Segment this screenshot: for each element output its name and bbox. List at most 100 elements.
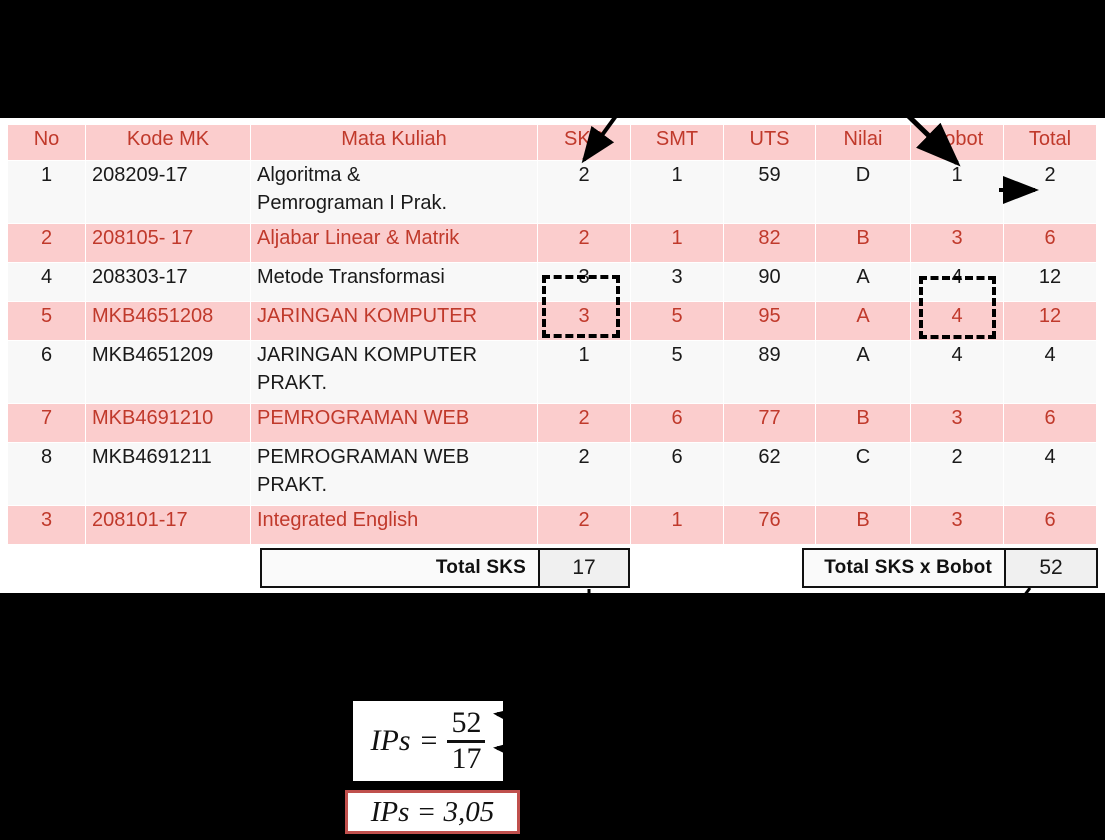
column-header-bobot[interactable]: Bobot	[910, 124, 1004, 161]
column-header-sks[interactable]: SKS	[537, 124, 631, 161]
cell-sks: 2	[537, 505, 631, 545]
cell-smt: 3	[630, 262, 724, 302]
cell-total: 4	[1003, 442, 1097, 506]
cell-total: 6	[1003, 505, 1097, 545]
cell-nilai: B	[815, 223, 911, 263]
ips-formula-fraction: 52 17	[447, 705, 486, 775]
cell-bobot: 4	[910, 301, 1004, 341]
cell-smt: 1	[630, 223, 724, 263]
total-sks-bobot-value: 52	[1004, 550, 1096, 586]
column-header-smt[interactable]: SMT	[630, 124, 724, 161]
cell-bobot: 4	[910, 262, 1004, 302]
cell-no: 8	[7, 442, 86, 506]
table-row[interactable]: 3 208101-17 Integrated English 2 1 76 B 3 6	[7, 505, 1097, 545]
column-header-mk[interactable]: Mata Kuliah	[250, 124, 538, 161]
cell-kode: 208105- 17	[85, 223, 251, 263]
cell-sks: 2	[537, 223, 631, 263]
cell-bobot: 4	[910, 340, 1004, 404]
cell-no: 7	[7, 403, 86, 443]
cell-kode: MKB4691210	[85, 403, 251, 443]
table-row[interactable]: 4 208303-17 Metode Transformasi 3 3 90 A 4 12	[7, 262, 1097, 302]
cell-uts: 82	[723, 223, 816, 263]
cell-no: 5	[7, 301, 86, 341]
total-sks-bobot-label: Total SKS x Bobot	[804, 550, 1004, 586]
table-body: 1 208209-17 Algoritma & Pemrograman I Prak.…	[7, 160, 1097, 545]
cell-mk: PEMROGRAMAN WEB	[250, 403, 538, 443]
cell-sks: 2	[537, 403, 631, 443]
table-header-row: No Kode MK Mata Kuliah SKS SMT UTS Nilai…	[7, 124, 1097, 161]
cell-bobot: 2	[910, 442, 1004, 506]
cell-kode: 208303-17	[85, 262, 251, 302]
table-row[interactable]: 8 MKB4691211 PEMROGRAMAN WEB PRAKT. 2 6 62 C 2 4	[7, 442, 1097, 506]
total-sks-box: Total SKS 17	[260, 548, 630, 588]
cell-uts: 95	[723, 301, 816, 341]
cell-smt: 1	[630, 160, 724, 224]
cell-total: 12	[1003, 301, 1097, 341]
column-header-no[interactable]: No	[7, 124, 86, 161]
ips-result-box: IPs = 3,05	[345, 790, 520, 834]
slide-canvas: No Kode MK Mata Kuliah SKS SMT UTS Nilai…	[0, 0, 1105, 840]
total-sks-bobot-box: Total SKS x Bobot 52	[802, 548, 1098, 588]
cell-uts: 89	[723, 340, 816, 404]
ips-result-text: IPs = 3,05	[370, 795, 495, 828]
cell-nilai: A	[815, 301, 911, 341]
grades-table: No Kode MK Mata Kuliah SKS SMT UTS Nilai…	[7, 124, 1097, 545]
table-row[interactable]: 5 MKB4651208 JARINGAN KOMPUTER 3 5 95 A 4 12	[7, 301, 1097, 341]
cell-nilai: B	[815, 403, 911, 443]
ips-formula-numerator: 52	[451, 705, 482, 739]
cell-nilai: C	[815, 442, 911, 506]
ips-formula-denominator: 17	[451, 741, 482, 775]
cell-no: 3	[7, 505, 86, 545]
cell-uts: 76	[723, 505, 816, 545]
column-header-uts[interactable]: UTS	[723, 124, 816, 161]
cell-smt: 6	[630, 442, 724, 506]
cell-nilai: D	[815, 160, 911, 224]
cell-kode: MKB4691211	[85, 442, 251, 506]
cell-nilai: B	[815, 505, 911, 545]
total-sks-label: Total SKS	[262, 550, 538, 586]
ips-formula-lhs: IPs	[370, 724, 411, 757]
cell-mk: PEMROGRAMAN WEB PRAKT.	[250, 442, 538, 506]
cell-uts: 59	[723, 160, 816, 224]
cell-uts: 90	[723, 262, 816, 302]
cell-no: 2	[7, 223, 86, 263]
total-sks-value: 17	[538, 550, 628, 586]
cell-nilai: A	[815, 262, 911, 302]
cell-smt: 1	[630, 505, 724, 545]
column-header-kode[interactable]: Kode MK	[85, 124, 251, 161]
cell-uts: 62	[723, 442, 816, 506]
table-row[interactable]: 6 MKB4651209 JARINGAN KOMPUTER PRAKT. 1 5 89 A 4…	[7, 340, 1097, 404]
cell-mk: Aljabar Linear & Matrik	[250, 223, 538, 263]
cell-smt: 5	[630, 340, 724, 404]
cell-smt: 6	[630, 403, 724, 443]
cell-total: 6	[1003, 223, 1097, 263]
cell-total: 2	[1003, 160, 1097, 224]
cell-sks: 2	[537, 160, 631, 224]
cell-total: 6	[1003, 403, 1097, 443]
cell-bobot: 3	[910, 505, 1004, 545]
cell-bobot: 1	[910, 160, 1004, 224]
cell-sks: 3	[537, 301, 631, 341]
cell-kode: 208101-17	[85, 505, 251, 545]
cell-mk: Integrated English	[250, 505, 538, 545]
cell-kode: MKB4651208	[85, 301, 251, 341]
cell-mk: JARINGAN KOMPUTER PRAKT.	[250, 340, 538, 404]
cell-total: 4	[1003, 340, 1097, 404]
table-row[interactable]: 7 MKB4691210 PEMROGRAMAN WEB 2 6 77 B 3 6	[7, 403, 1097, 443]
ips-formula-equals: =	[420, 724, 438, 757]
cell-nilai: A	[815, 340, 911, 404]
cell-mk: Metode Transformasi	[250, 262, 538, 302]
cell-smt: 5	[630, 301, 724, 341]
cell-total: 12	[1003, 262, 1097, 302]
cell-sks: 2	[537, 442, 631, 506]
cell-bobot: 3	[910, 403, 1004, 443]
cell-sks: 1	[537, 340, 631, 404]
column-header-total[interactable]: Total	[1003, 124, 1097, 161]
table-row[interactable]: 2 208105- 17 Aljabar Linear & Matrik 2 1 82 B 3…	[7, 223, 1097, 263]
table-row[interactable]: 1 208209-17 Algoritma & Pemrograman I Prak.…	[7, 160, 1097, 224]
cell-kode: 208209-17	[85, 160, 251, 224]
cell-uts: 77	[723, 403, 816, 443]
cell-kode: MKB4651209	[85, 340, 251, 404]
ips-formula-expression: IPs = 52 17	[370, 705, 486, 775]
column-header-nilai[interactable]: Nilai	[815, 124, 911, 161]
